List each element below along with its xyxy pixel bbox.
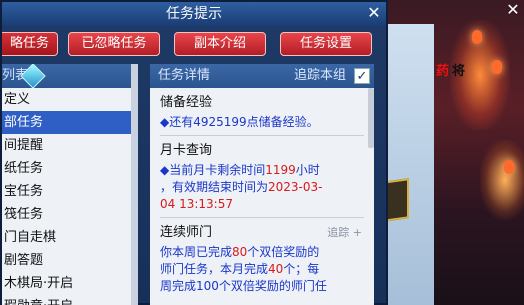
lantern-icon: [504, 160, 514, 174]
master-line: 师门任务，本月完成40个；每: [160, 261, 362, 278]
section-title-text: 连续师门: [160, 225, 213, 240]
text: 小时: [295, 163, 320, 177]
monthly-card-line: ，有效期结束时间为2023-03-: [160, 179, 362, 196]
task-list-header: 列表: [2, 64, 138, 89]
list-item[interactable]: 筏任务: [2, 203, 138, 226]
detail-header: 任务详情 追踪本组 ✓: [150, 64, 374, 88]
list-item[interactable]: 剧答题: [2, 249, 138, 272]
lantern-icon: [472, 30, 482, 44]
text: 个双倍奖励的: [247, 245, 320, 259]
task-dialog: 任务提示 ✕ 略任务 已忽略任务 副本介绍 任务设置 列表 定义 部任务 间提醒…: [0, 0, 388, 305]
list-item[interactable]: 定义: [2, 88, 138, 111]
section-title: 储备经验: [160, 95, 213, 110]
tab-task-settings[interactable]: 任务设置: [280, 32, 372, 56]
list-item[interactable]: 宝任务: [2, 180, 138, 203]
count-value: 40: [268, 262, 284, 276]
section-title: 月卡查询: [160, 143, 213, 158]
tab-ignored-tasks[interactable]: 已忽略任务: [68, 32, 160, 56]
text: 你本周已完成: [160, 245, 233, 259]
list-item[interactable]: 瑕勋章·开启: [2, 295, 138, 305]
background-close-icon[interactable]: ✕: [503, 0, 523, 20]
section-body: ◆还有4925199点储备经验。: [150, 114, 374, 131]
list-item[interactable]: 间提醒: [2, 134, 138, 157]
text: 个；每: [283, 262, 320, 276]
toolbar: 略任务 已忽略任务 副本介绍 任务设置: [2, 32, 390, 58]
detail-title: 任务详情: [158, 68, 211, 83]
dialog-title: 任务提示: [166, 6, 222, 22]
monthly-card-line: ◆当前月卡剩余时间1199小时: [160, 162, 362, 179]
lantern-icon: [492, 60, 502, 74]
master-line: 你本周已完成80个双倍奖励的: [160, 244, 362, 261]
list-item-selected[interactable]: 部任务: [2, 111, 138, 134]
master-line: 周完成100个双倍奖励的师门任: [160, 279, 327, 293]
reserve-exp-text: ◆还有4925199点储备经验。: [160, 115, 319, 129]
hours-value: 1199: [265, 163, 296, 177]
text: 师门任务，本月完成: [160, 262, 269, 276]
list-item[interactable]: 门自走棋: [2, 226, 138, 249]
track-group-checkbox[interactable]: ✓: [354, 68, 370, 84]
tab-dungeon-intro[interactable]: 副本介绍: [174, 32, 266, 56]
text: ，有效期结束时间为: [160, 180, 269, 194]
lantern-glow: [480, 140, 524, 220]
section-body: 你本周已完成80个双倍奖励的 师门任务，本月完成40个；每 周完成100个双倍奖…: [150, 244, 374, 295]
task-list-panel: 列表 定义 部任务 间提醒 纸任务 宝任务 筏任务 门自走棋 剧答题 木棋局·开…: [2, 64, 138, 305]
divider: [160, 217, 364, 218]
detail-scrollbar[interactable]: [368, 88, 374, 148]
text: ◆当前月卡剩余时间: [160, 163, 266, 177]
task-detail-panel: 任务详情 追踪本组 ✓ 储备经验 ◆还有4925199点储备经验。 月卡查询 ◆…: [150, 64, 374, 305]
list-item[interactable]: 木棋局·开启: [2, 272, 138, 295]
section-body: ◆当前月卡剩余时间1199小时 ，有效期结束时间为2023-03- 04 13:…: [150, 162, 374, 213]
close-icon[interactable]: ✕: [364, 3, 384, 23]
list-item[interactable]: 纸任务: [2, 157, 138, 180]
list-scrollbar[interactable]: [131, 64, 138, 305]
tab-tasks[interactable]: 略任务: [2, 32, 58, 56]
background-text: 药: [436, 64, 450, 79]
section-title: 连续师门 追踪 +: [150, 222, 374, 244]
date-value: 04 13:13:57: [160, 197, 233, 211]
count-value: 80: [232, 245, 248, 259]
track-group-label: 追踪本组: [293, 68, 346, 83]
track-button[interactable]: 追踪 +: [327, 222, 362, 244]
background-text: 将: [452, 64, 466, 79]
divider: [160, 135, 364, 136]
background-window: [380, 24, 434, 305]
date-value: 2023-03-: [268, 180, 323, 194]
dialog-titlebar: 任务提示 ✕: [2, 2, 386, 26]
